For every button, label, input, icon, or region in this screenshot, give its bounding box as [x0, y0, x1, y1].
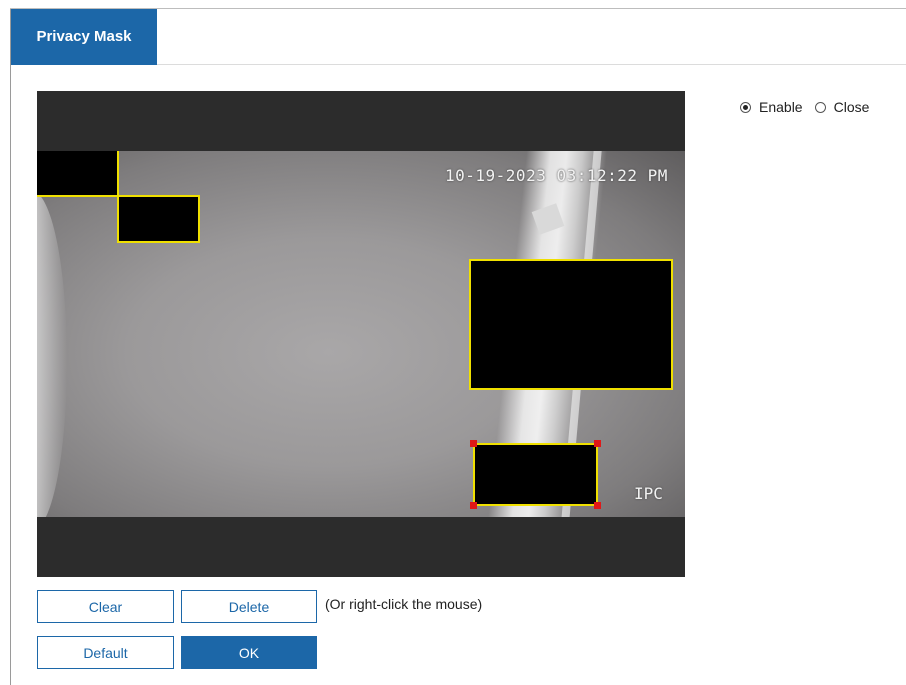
right-click-hint: (Or right-click the mouse) — [325, 596, 483, 612]
lens-glare — [37, 191, 67, 517]
resize-handle-bottom-right[interactable] — [594, 502, 601, 509]
panel-left-border — [10, 8, 11, 685]
resize-handle-top-right[interactable] — [594, 440, 601, 447]
resize-handle-bottom-left[interactable] — [470, 502, 477, 509]
delete-button[interactable]: Delete — [181, 590, 317, 623]
enable-label[interactable]: Enable — [759, 99, 803, 115]
osd-device-label: IPC — [634, 484, 663, 503]
enable-radio[interactable] — [740, 101, 751, 113]
tab-divider — [157, 64, 906, 65]
ok-button[interactable]: OK — [181, 636, 317, 669]
resize-handle-top-left[interactable] — [470, 440, 477, 447]
tab-label: Privacy Mask — [36, 28, 132, 45]
close-label[interactable]: Close — [834, 99, 870, 115]
privacy-mask-area-3[interactable] — [469, 259, 673, 390]
privacy-mask-area-4-selected[interactable] — [473, 443, 598, 506]
default-button[interactable]: Default — [37, 636, 174, 669]
tab-privacy-mask[interactable]: Privacy Mask — [11, 9, 157, 64]
tab-active-underline — [11, 64, 157, 65]
video-preview[interactable]: 10-19-2023 03:12:22 PM IPC — [37, 91, 685, 577]
clear-button[interactable]: Clear — [37, 590, 174, 623]
camera-scene: 10-19-2023 03:12:22 PM IPC — [37, 151, 685, 517]
mask-mode-radio-group: Enable Close — [740, 99, 881, 115]
privacy-mask-area-2[interactable] — [117, 195, 200, 243]
radio-selected-dot — [743, 104, 748, 110]
close-radio[interactable] — [814, 101, 826, 113]
osd-timestamp: 10-19-2023 03:12:22 PM — [445, 166, 668, 185]
privacy-mask-area-1[interactable] — [37, 151, 119, 197]
